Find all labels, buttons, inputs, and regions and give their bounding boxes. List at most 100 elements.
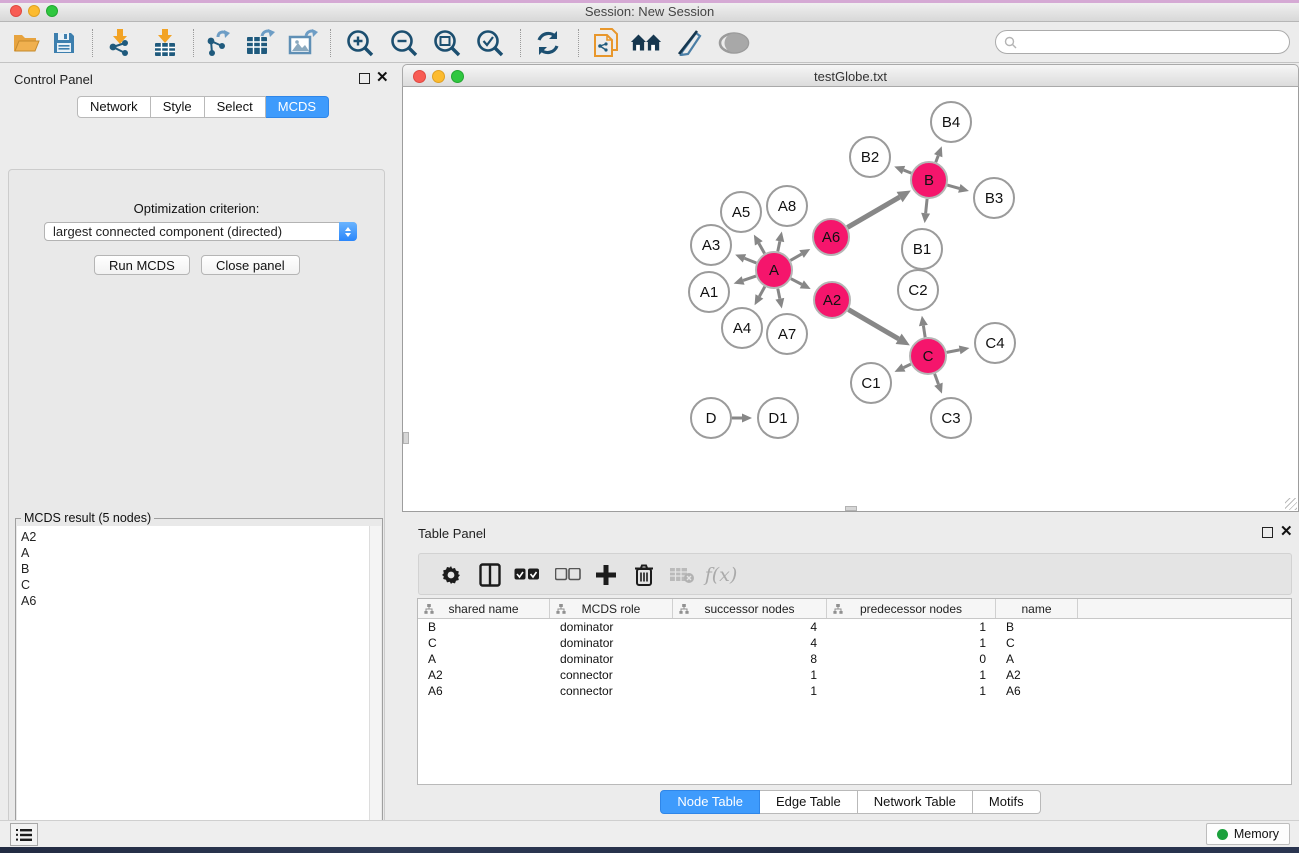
- graph-edge[interactable]: [778, 289, 780, 299]
- bottom-pane-handle[interactable]: [845, 506, 857, 511]
- graph-edge[interactable]: [904, 170, 912, 173]
- table-cell[interactable]: 0: [827, 652, 996, 666]
- mcds-result-list[interactable]: A2ABCA6: [17, 526, 369, 853]
- deselect-all-icon[interactable]: [552, 559, 584, 591]
- table-cell[interactable]: A: [996, 652, 1078, 666]
- table-header-row[interactable]: shared nameMCDS rolesuccessor nodesprede…: [418, 599, 1291, 619]
- table-row[interactable]: A2connector11A2: [418, 667, 1291, 683]
- table-body[interactable]: Bdominator41BCdominator41CAdominator80AA…: [418, 619, 1291, 699]
- table-cell[interactable]: C: [996, 636, 1078, 650]
- save-session-icon[interactable]: [48, 27, 80, 59]
- table-cell[interactable]: connector: [550, 684, 673, 698]
- tab-network[interactable]: Network: [77, 96, 151, 118]
- home-layout-icon[interactable]: [630, 27, 662, 59]
- graph-edge[interactable]: [935, 374, 939, 384]
- tab-mcds[interactable]: MCDS: [266, 96, 329, 118]
- close-panel-icon[interactable]: ✕: [376, 72, 389, 83]
- table-cell[interactable]: B: [418, 620, 550, 634]
- table-close-icon[interactable]: ✕: [1280, 526, 1293, 537]
- close-panel-button[interactable]: Close panel: [201, 255, 300, 275]
- optimization-criterion-dropdown[interactable]: largest connected component (directed): [44, 222, 357, 241]
- table-cell[interactable]: 4: [673, 636, 827, 650]
- table-cell[interactable]: C: [418, 636, 550, 650]
- network-graph[interactable]: AA1A3A5A8A4A7A6A2BB2B4B3B1CC2C4C1C3DD1: [403, 87, 1298, 510]
- result-list-item[interactable]: A6: [21, 593, 369, 609]
- table-cell[interactable]: connector: [550, 668, 673, 682]
- table-cell[interactable]: 1: [827, 684, 996, 698]
- graph-edge[interactable]: [923, 326, 925, 338]
- zoom-selected-icon[interactable]: [474, 27, 506, 59]
- graph-edge[interactable]: [778, 241, 780, 251]
- hide-labels-icon[interactable]: [674, 27, 706, 59]
- clone-network-icon[interactable]: [590, 27, 622, 59]
- table-cell[interactable]: 1: [827, 668, 996, 682]
- result-list-item[interactable]: B: [21, 561, 369, 577]
- graph-edge[interactable]: [847, 197, 899, 227]
- graph-edge[interactable]: [848, 310, 898, 339]
- graph-edge[interactable]: [790, 254, 801, 260]
- column-browser-icon[interactable]: [474, 559, 506, 591]
- delete-table-icon[interactable]: [666, 559, 698, 591]
- run-mcds-button[interactable]: Run MCDS: [94, 255, 190, 275]
- table-cell[interactable]: dominator: [550, 652, 673, 666]
- table-row[interactable]: A6connector11A6: [418, 683, 1291, 699]
- show-graphics-eye-icon[interactable]: [718, 27, 750, 59]
- table-cell[interactable]: A: [418, 652, 550, 666]
- graph-edge[interactable]: [926, 199, 927, 213]
- column-header-name[interactable]: name: [996, 599, 1078, 618]
- import-network-icon[interactable]: [104, 27, 136, 59]
- select-all-icon[interactable]: [511, 559, 543, 591]
- table-cell[interactable]: 1: [827, 620, 996, 634]
- tab-select[interactable]: Select: [205, 96, 266, 118]
- graph-edge[interactable]: [759, 243, 765, 253]
- tab-motifs[interactable]: Motifs: [973, 790, 1041, 814]
- zoom-in-icon[interactable]: [344, 27, 376, 59]
- search-input[interactable]: [995, 30, 1290, 54]
- table-cell[interactable]: 1: [673, 668, 827, 682]
- memory-button[interactable]: Memory: [1206, 823, 1290, 845]
- network-window-titlebar[interactable]: testGlobe.txt: [402, 64, 1299, 87]
- result-list-item[interactable]: C: [21, 577, 369, 593]
- table-cell[interactable]: A6: [996, 684, 1078, 698]
- table-row[interactable]: Cdominator41C: [418, 635, 1291, 651]
- open-file-icon[interactable]: [10, 27, 42, 59]
- table-cell[interactable]: 1: [827, 636, 996, 650]
- graph-edge[interactable]: [744, 258, 756, 263]
- delete-column-icon[interactable]: [628, 559, 660, 591]
- table-options-gear-icon[interactable]: [435, 559, 467, 591]
- result-scrollbar[interactable]: [369, 526, 381, 853]
- add-column-icon[interactable]: [590, 559, 622, 591]
- table-cell[interactable]: A6: [418, 684, 550, 698]
- graph-edge[interactable]: [947, 185, 959, 188]
- graph-edge[interactable]: [947, 350, 960, 353]
- column-header-successor-nodes[interactable]: successor nodes: [673, 599, 827, 618]
- refresh-icon[interactable]: [532, 27, 564, 59]
- zoom-out-icon[interactable]: [388, 27, 420, 59]
- export-table-icon[interactable]: [244, 27, 276, 59]
- table-cell[interactable]: B: [996, 620, 1078, 634]
- export-network-icon[interactable]: [202, 27, 234, 59]
- tab-edge-table[interactable]: Edge Table: [760, 790, 858, 814]
- window-resize-grip[interactable]: [1285, 498, 1297, 510]
- result-list-item[interactable]: A2: [21, 529, 369, 545]
- graph-edge[interactable]: [759, 287, 764, 297]
- graph-edge[interactable]: [904, 364, 911, 367]
- table-row[interactable]: Bdominator41B: [418, 619, 1291, 635]
- table-cell[interactable]: A2: [996, 668, 1078, 682]
- zoom-fit-icon[interactable]: [431, 27, 463, 59]
- table-cell[interactable]: dominator: [550, 636, 673, 650]
- table-cell[interactable]: 8: [673, 652, 827, 666]
- graph-edge[interactable]: [743, 276, 756, 280]
- left-pane-handle[interactable]: [403, 432, 409, 444]
- graph-edge[interactable]: [936, 156, 938, 163]
- column-header-shared-name[interactable]: shared name: [418, 599, 550, 618]
- network-canvas[interactable]: AA1A3A5A8A4A7A6A2BB2B4B3B1CC2C4C1C3DD1: [402, 87, 1299, 512]
- graph-edge[interactable]: [791, 279, 802, 285]
- table-cell[interactable]: A2: [418, 668, 550, 682]
- table-float-icon[interactable]: [1262, 527, 1273, 538]
- export-image-icon[interactable]: [287, 27, 319, 59]
- column-header-predecessor-nodes[interactable]: predecessor nodes: [827, 599, 996, 618]
- result-list-item[interactable]: A: [21, 545, 369, 561]
- table-row[interactable]: Adominator80A: [418, 651, 1291, 667]
- node-table[interactable]: shared nameMCDS rolesuccessor nodesprede…: [417, 598, 1292, 785]
